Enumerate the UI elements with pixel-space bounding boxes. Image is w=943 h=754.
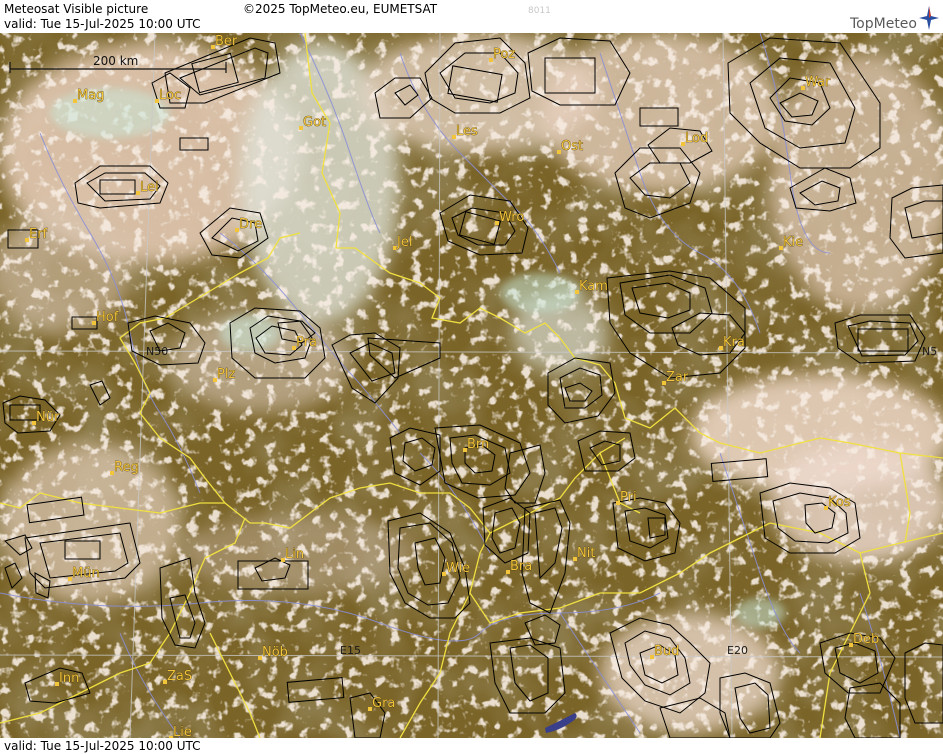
city-label: Lin (285, 547, 304, 562)
scale-label: 200 km (93, 54, 138, 68)
city-marker-poz: Poz (489, 47, 516, 62)
copyright-text: ©2025 TopMeteo.eu, EUMETSAT (243, 2, 438, 16)
city-label: Les (456, 124, 478, 139)
city-marker-dre: Dre (235, 217, 262, 232)
grid-label-n50-left: N50 (146, 345, 168, 358)
valid-time: valid: Tue 15-Jul-2025 10:00 UTC (4, 17, 201, 31)
city-marker-loc: Loc (155, 88, 181, 103)
city-marker-got: Got (299, 115, 326, 130)
city-label: Pri (620, 490, 637, 505)
city-marker-lod: Lod (681, 131, 709, 146)
footer-bar: valid: Tue 15-Jul-2025 10:00 UTC (0, 738, 943, 754)
city-marker-brn: Brn (463, 437, 490, 452)
city-label: Inn (59, 671, 79, 686)
city-label: Gra (372, 696, 395, 711)
city-label: Reg (114, 460, 139, 475)
city-label: Lie (173, 725, 192, 738)
city-marker-hof: Hof (92, 310, 119, 325)
city-marker-nür: Nür (32, 410, 60, 425)
city-label: Lei (140, 180, 159, 195)
city-marker-pra: Pra (292, 335, 317, 350)
city-marker-wro: Wro (495, 210, 525, 225)
city-label: Kam (579, 279, 608, 294)
city-label: Mag (77, 88, 104, 103)
city-label: Loc (159, 88, 181, 103)
city-marker-deb: Deb (849, 632, 880, 647)
city-marker-nöb: Nöb (258, 645, 288, 660)
city-marker-bra: Bra (506, 559, 533, 574)
compass-star-icon (919, 6, 939, 30)
city-label: ZaS (167, 669, 192, 684)
topmeteo-logo[interactable]: TopMeteo (850, 16, 917, 32)
city-marker-les: Les (452, 124, 478, 139)
city-label: Kra (723, 335, 745, 350)
city-marker-inn: Inn (55, 671, 80, 686)
city-marker-plz: Plz (213, 367, 236, 382)
city-label: Pra (296, 335, 317, 350)
city-label: Ost (561, 139, 583, 154)
city-marker-erf: Erf (25, 227, 48, 242)
city-label: Got (303, 115, 326, 130)
city-marker-reg: Reg (110, 460, 139, 475)
satellite-map[interactable]: N50 N5 E15 E20 200 km Ber Poz War Mag Lo… (0, 33, 943, 738)
city-marker-mag: Mag (73, 88, 105, 103)
city-label: Zar (666, 370, 689, 385)
city-marker-zas: ZaS (163, 669, 192, 684)
product-title: Meteosat Visible picture (4, 2, 149, 16)
city-label: Wie (446, 561, 470, 576)
city-marker-ost: Ost (557, 139, 583, 154)
image-code: 8011 (528, 6, 551, 16)
city-label: War (805, 75, 831, 90)
city-label: Poz (493, 47, 515, 62)
grid-label-n50-right: N5 (922, 345, 937, 358)
city-label: Brn (467, 437, 489, 452)
city-marker-lin: Lin (281, 547, 304, 562)
city-marker-war: War (801, 75, 831, 90)
city-label: Nür (36, 410, 60, 425)
city-label: Dre (239, 217, 262, 232)
city-label: Bra (510, 559, 532, 574)
city-marker-kos: Kos (824, 495, 851, 510)
city-label: Erf (29, 227, 48, 242)
city-label: Deb (853, 632, 879, 647)
city-marker-kie: Kie (779, 235, 803, 250)
city-marker-bud: Bud (650, 644, 680, 659)
city-label: Kos (828, 495, 851, 510)
grid-label-e15: E15 (340, 644, 361, 657)
city-label: Hof (96, 310, 119, 325)
footer-valid-time: valid: Tue 15-Jul-2025 10:00 UTC (4, 739, 201, 753)
city-label: Ber (215, 34, 238, 49)
city-marker-kra: Kra (719, 335, 745, 350)
city-label: Jel (396, 235, 412, 250)
city-label: Nöb (262, 645, 288, 660)
city-marker-zar: Zar (662, 370, 689, 385)
city-label: Mün (72, 566, 100, 581)
header-bar: Meteosat Visible picture valid: Tue 15-J… (0, 0, 943, 33)
city-marker-ber: Ber (211, 34, 238, 49)
city-marker-wie: Wie (442, 561, 470, 576)
city-marker-lei: Lei (136, 180, 159, 195)
city-label: Wro (499, 210, 524, 225)
city-marker-lie: Lie (169, 725, 192, 738)
city-label: Lod (685, 131, 708, 146)
grid-label-e20: E20 (727, 644, 748, 657)
city-marker-nit: Nit (573, 546, 596, 561)
city-marker-mün: Mün (68, 566, 100, 581)
city-label: Plz (217, 367, 235, 382)
city-marker-pri: Pri (616, 490, 637, 505)
city-marker-gra: Gra (368, 696, 396, 711)
city-marker-kam: Kam (575, 279, 608, 294)
city-label: Nit (577, 546, 595, 561)
city-label: Kie (783, 235, 803, 250)
city-label: Bud (654, 644, 679, 659)
